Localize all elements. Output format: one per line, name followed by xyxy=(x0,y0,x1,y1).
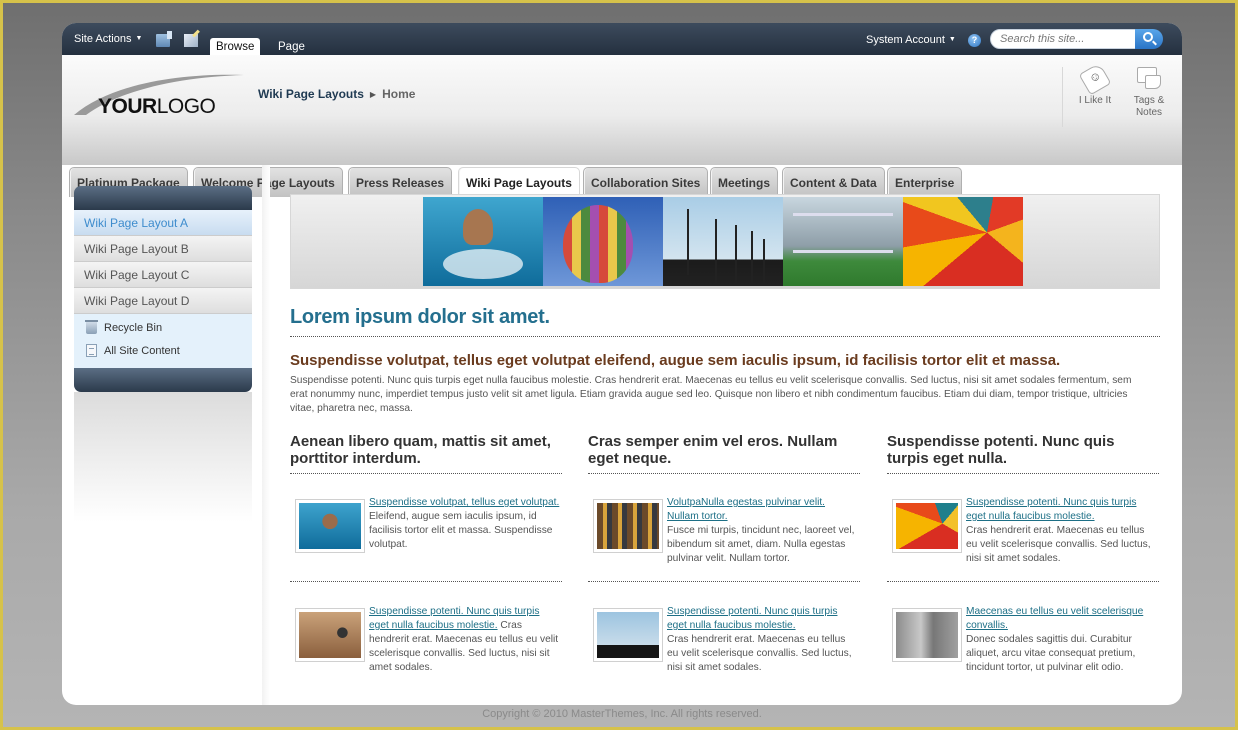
edit-page-icon[interactable] xyxy=(184,34,198,47)
thumbnail-swimmer[interactable] xyxy=(295,499,365,553)
article-text: Donec sodales sagittis dui. Curabitur al… xyxy=(966,634,1136,673)
article-link[interactable]: Suspendisse potenti. Nunc quis turpis eg… xyxy=(966,497,1136,522)
recycle-bin-icon xyxy=(85,320,98,334)
sidebar-header xyxy=(74,186,252,210)
article-text: Cras hendrerit erat. Maecenas eu tellus … xyxy=(966,525,1151,564)
site-frame: Site Actions ▼ Browse Page System Account… xyxy=(62,23,1182,705)
article-column: Suspendisse potenti. Nunc quis turpis eg… xyxy=(887,433,1159,673)
nav-tab-meetings[interactable]: Meetings xyxy=(710,167,779,197)
banner-image-parachute xyxy=(903,197,1023,286)
site-actions-label: Site Actions xyxy=(74,33,132,45)
article-text: Eleifend, augue sem iaculis ipsum, id fa… xyxy=(369,511,553,550)
article-link[interactable]: VolutpaNulla egestas pulvinar velit. Nul… xyxy=(667,497,825,522)
thumbnail-airplane[interactable] xyxy=(295,608,365,662)
thumbnail-parachute[interactable] xyxy=(892,499,962,553)
social-actions: I Like It Tags & Notes xyxy=(1062,62,1182,127)
page-subtitle: Suspendisse volutpat, tellus eget volutp… xyxy=(290,352,1061,369)
like-tag-icon xyxy=(1078,62,1112,96)
nav-tab-collaboration-sites[interactable]: Collaboration Sites xyxy=(583,167,709,197)
article-link[interactable]: Suspendisse volutpat, tellus eget volutp… xyxy=(369,497,559,508)
sidebar-fade xyxy=(74,392,252,522)
list-item: Suspendisse volutpat, tellus eget volutp… xyxy=(290,496,562,578)
recycle-bin-link[interactable]: Recycle Bin xyxy=(85,318,252,341)
banner-image-wind-turbines xyxy=(663,197,783,286)
tags-notes-button[interactable]: Tags & Notes xyxy=(1123,67,1175,119)
tags-notes-icon xyxy=(1137,67,1161,91)
site-header: YOURLOGO Wiki Page Layouts ▶ Home I Like I… xyxy=(62,55,1182,197)
search-input[interactable]: Search this site... xyxy=(990,29,1136,49)
intro-paragraph: Suspendisse potenti. Nunc quis turpis eg… xyxy=(290,375,1132,414)
list-item: Suspendisse potenti. Nunc quis turpis eg… xyxy=(588,605,860,687)
help-icon[interactable]: ? xyxy=(968,34,981,47)
nav-tab-enterprise[interactable]: Enterprise xyxy=(887,167,963,197)
ribbon-tab-browse[interactable]: Browse xyxy=(210,38,261,55)
breadcrumb-link[interactable]: Wiki Page Layouts xyxy=(258,87,364,101)
banner-image-swimmer xyxy=(423,197,543,286)
banner-image-hot-air-balloon xyxy=(543,197,663,286)
sidebar-item-layout-c[interactable]: Wiki Page Layout C xyxy=(74,262,252,288)
thumbnail-city-street[interactable] xyxy=(892,608,962,662)
thumbnail-crowd[interactable] xyxy=(593,499,663,553)
entry-divider xyxy=(290,581,562,582)
column-heading: Aenean libero quam, mattis sit amet, por… xyxy=(290,433,551,467)
account-menu[interactable]: System Account ▼ xyxy=(866,34,956,46)
site-actions-menu[interactable]: Site Actions ▼ xyxy=(74,33,142,45)
ribbon-bar: Site Actions ▼ Browse Page System Account… xyxy=(62,23,1182,55)
article-columns: Aenean libero quam, mattis sit amet, por… xyxy=(290,433,1160,693)
site-logo[interactable]: YOURLOGO xyxy=(72,71,247,121)
list-item: VolutpaNulla egestas pulvinar velit. Nul… xyxy=(588,496,860,578)
entry-divider xyxy=(887,581,1159,582)
navigate-up-icon[interactable] xyxy=(156,31,172,47)
i-like-it-button[interactable]: I Like It xyxy=(1073,62,1117,107)
banner-image-modern-building xyxy=(783,197,903,286)
search-icon xyxy=(1143,32,1153,42)
list-item: Maecenas eu tellus eu velit scelerisque … xyxy=(887,605,1159,687)
sidebar-item-layout-b[interactable]: Wiki Page Layout B xyxy=(74,236,252,262)
title-divider xyxy=(290,336,1160,337)
article-link[interactable]: Maecenas eu tellus eu velit scelerisque … xyxy=(966,606,1143,631)
column-divider xyxy=(290,473,562,474)
nav-tab-content-data[interactable]: Content & Data xyxy=(782,167,885,197)
copyright-footer: Copyright © 2010 MasterThemes, Inc. All … xyxy=(482,708,762,720)
list-item: Suspendisse potenti. Nunc quis turpis eg… xyxy=(290,605,562,687)
article-link[interactable]: Suspendisse potenti. Nunc quis turpis eg… xyxy=(667,606,837,631)
article-text: Cras hendrerit erat. Maecenas eu tellus … xyxy=(667,634,852,673)
account-label: System Account xyxy=(866,34,945,46)
breadcrumb-current: Home xyxy=(382,87,416,101)
chevron-down-icon: ▼ xyxy=(135,35,143,42)
site-content-icon xyxy=(86,344,97,357)
sidebar-footer xyxy=(74,368,252,392)
breadcrumb-arrow-icon: ▶ xyxy=(369,90,377,99)
breadcrumb: Wiki Page Layouts ▶ Home xyxy=(258,87,415,101)
nav-tab-wiki-page-layouts[interactable]: Wiki Page Layouts xyxy=(458,167,580,197)
search-button[interactable] xyxy=(1135,29,1163,49)
column-heading: Cras semper enim vel eros. Nullam eget n… xyxy=(588,433,838,467)
all-site-content-link[interactable]: All Site Content xyxy=(86,341,252,364)
article-text: Fusce mi turpis, tincidunt nec, laoreet … xyxy=(667,525,855,564)
article-column: Aenean libero quam, mattis sit amet, por… xyxy=(290,433,562,673)
column-heading: Suspendisse potenti. Nunc quis turpis eg… xyxy=(887,433,1115,467)
article-column: Cras semper enim vel eros. Nullam eget n… xyxy=(588,433,860,673)
page-title: Lorem ipsum dolor sit amet. xyxy=(290,306,550,328)
image-banner xyxy=(290,194,1160,289)
logo-text: YOURLOGO xyxy=(98,95,216,118)
nav-tab-press-releases[interactable]: Press Releases xyxy=(348,167,453,197)
main-content: Lorem ipsum dolor sit amet. Suspendisse … xyxy=(290,194,1160,693)
ribbon-tab-page[interactable]: Page xyxy=(272,38,311,55)
entry-divider xyxy=(588,581,860,582)
sidebar-item-layout-a[interactable]: Wiki Page Layout A xyxy=(74,210,252,236)
thumbnail-wind-turbines[interactable] xyxy=(593,608,663,662)
sidebar-links: Recycle Bin All Site Content xyxy=(74,314,252,368)
list-item: Suspendisse potenti. Nunc quis turpis eg… xyxy=(887,496,1159,578)
page-background: Site Actions ▼ Browse Page System Account… xyxy=(3,3,1235,727)
sidebar-divider xyxy=(262,165,270,705)
column-divider xyxy=(588,473,860,474)
sidebar: Wiki Page Layout A Wiki Page Layout B Wi… xyxy=(74,186,252,522)
column-divider xyxy=(887,473,1159,474)
chevron-down-icon: ▼ xyxy=(948,36,956,43)
sidebar-item-layout-d[interactable]: Wiki Page Layout D xyxy=(74,288,252,314)
